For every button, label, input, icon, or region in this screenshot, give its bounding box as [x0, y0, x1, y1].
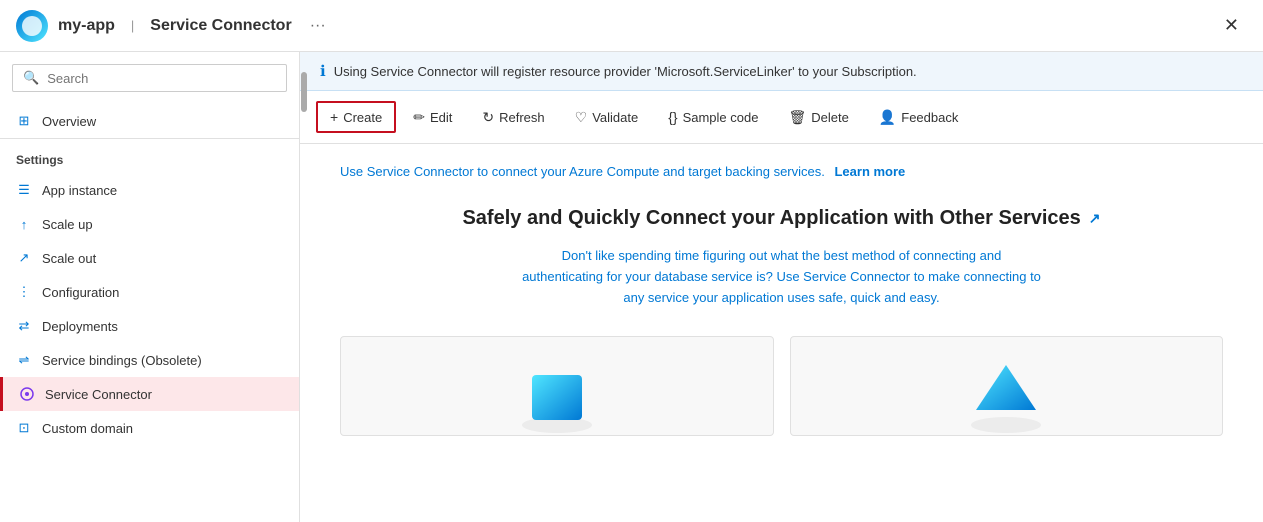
link-icon: ⇌ [16, 352, 32, 368]
domain-icon: ⊡ [16, 420, 32, 436]
main-heading: Safely and Quickly Connect your Applicat… [340, 207, 1223, 230]
sidebar-item-scale-up[interactable]: ↑ Scale up [0, 207, 299, 241]
sidebar-item-label: Service Connector [45, 387, 152, 402]
page-title: Service Connector [150, 17, 291, 35]
sidebar-scroll-thumb [301, 72, 307, 112]
header-divider: | [131, 18, 134, 33]
search-box[interactable]: 🔍 [12, 64, 287, 92]
sidebar-item-label: Custom domain [42, 421, 133, 436]
description-text: Use Service Connector to connect your Az… [340, 164, 825, 179]
validate-button[interactable]: ♡ Validate [562, 102, 652, 133]
sample-code-button[interactable]: {} Sample code [655, 102, 771, 132]
bars-icon: ⋮ [16, 284, 32, 300]
sidebar-item-configuration[interactable]: ⋮ Configuration [0, 275, 299, 309]
search-input[interactable] [47, 71, 276, 86]
delete-icon: 🗑 [788, 109, 806, 126]
info-icon: ℹ [320, 62, 326, 80]
main-content-center: Safely and Quickly Connect your Applicat… [340, 207, 1223, 308]
card-1-visual [512, 355, 602, 435]
feedback-button[interactable]: 👤 Feedback [866, 102, 972, 133]
sidebar: 🔍 ⊞ Overview Settings ☰ App instance [0, 52, 300, 522]
main-container: 🔍 ⊞ Overview Settings ☰ App instance [0, 52, 1263, 522]
toolbar: + Create ✏ Edit ↻ Refresh ♡ Validate {} … [300, 91, 1263, 144]
edit-button[interactable]: ✏ Edit [400, 102, 465, 133]
external-link-icon: ↗ [1089, 210, 1101, 227]
refresh-button[interactable]: ↻ Refresh [469, 102, 557, 133]
card-1 [340, 336, 774, 436]
scale-up-icon: ↑ [16, 216, 32, 232]
refresh-icon: ↻ [482, 109, 494, 126]
heading-text: Safely and Quickly Connect your Applicat… [462, 207, 1080, 230]
sidebar-item-custom-domain[interactable]: ⊡ Custom domain [0, 411, 299, 445]
header-left: my-app | Service Connector ··· [16, 10, 334, 42]
grid-icon: ⊞ [16, 113, 32, 129]
search-icon: 🔍 [23, 70, 39, 86]
sidebar-item-label: Scale out [42, 251, 96, 266]
sidebar-item-overview[interactable]: ⊞ Overview [0, 104, 299, 138]
sidebar-item-label: Overview [42, 114, 96, 129]
app-icon-inner [22, 16, 42, 36]
code-icon: {} [668, 109, 677, 125]
sidebar-item-app-instance[interactable]: ☰ App instance [0, 173, 299, 207]
more-button[interactable]: ··· [302, 13, 334, 39]
list-icon: ☰ [16, 182, 32, 198]
sidebar-item-label: Service bindings (Obsolete) [42, 353, 202, 368]
sidebar-item-label: Deployments [42, 319, 118, 334]
sidebar-item-service-connector[interactable]: Service Connector [0, 377, 299, 411]
header-right: ✕ [1216, 11, 1247, 40]
info-banner-text: Using Service Connector will register re… [334, 64, 917, 79]
card-2 [790, 336, 1224, 436]
refresh-label: Refresh [499, 110, 545, 125]
cards-row [340, 336, 1223, 436]
feedback-icon: 👤 [879, 109, 896, 126]
feedback-label: Feedback [901, 110, 958, 125]
sidebar-item-deployments[interactable]: ⇄ Deployments [0, 309, 299, 343]
learn-more-link[interactable]: Learn more [834, 164, 905, 179]
delete-label: Delete [811, 110, 849, 125]
info-banner: ℹ Using Service Connector will register … [300, 52, 1263, 91]
connector-icon [19, 386, 35, 402]
create-button[interactable]: + Create [316, 101, 396, 133]
sidebar-wrapper: 🔍 ⊞ Overview Settings ☰ App instance [0, 52, 300, 522]
sidebar-item-label: App instance [42, 183, 117, 198]
main-subtext: Don't like spending time figuring out wh… [522, 246, 1042, 308]
app-name: my-app [58, 17, 115, 35]
card-2-visual [961, 355, 1051, 435]
app-icon [16, 10, 48, 42]
create-label: Create [343, 110, 382, 125]
settings-section-label: Settings [0, 138, 299, 173]
edit-label: Edit [430, 110, 452, 125]
edit-icon: ✏ [413, 109, 425, 126]
connector-description: Use Service Connector to connect your Az… [340, 164, 1223, 179]
scale-out-icon: ↗ [16, 250, 32, 266]
sample-code-label: Sample code [683, 110, 759, 125]
sidebar-item-service-bindings[interactable]: ⇌ Service bindings (Obsolete) [0, 343, 299, 377]
plus-icon: + [330, 109, 338, 125]
sidebar-item-label: Scale up [42, 217, 93, 232]
content-area: ℹ Using Service Connector will register … [300, 52, 1263, 522]
validate-label: Validate [592, 110, 638, 125]
header: my-app | Service Connector ··· ✕ [0, 0, 1263, 52]
sidebar-item-label: Configuration [42, 285, 119, 300]
sidebar-item-scale-out[interactable]: ↗ Scale out [0, 241, 299, 275]
sidebar-nav: ⊞ Overview Settings ☰ App instance ↑ Sca… [0, 104, 299, 522]
content-body: Use Service Connector to connect your Az… [300, 144, 1263, 522]
deploy-icon: ⇄ [16, 318, 32, 334]
close-button[interactable]: ✕ [1216, 11, 1247, 40]
validate-icon: ♡ [575, 109, 588, 126]
delete-button[interactable]: 🗑 Delete [775, 102, 861, 133]
